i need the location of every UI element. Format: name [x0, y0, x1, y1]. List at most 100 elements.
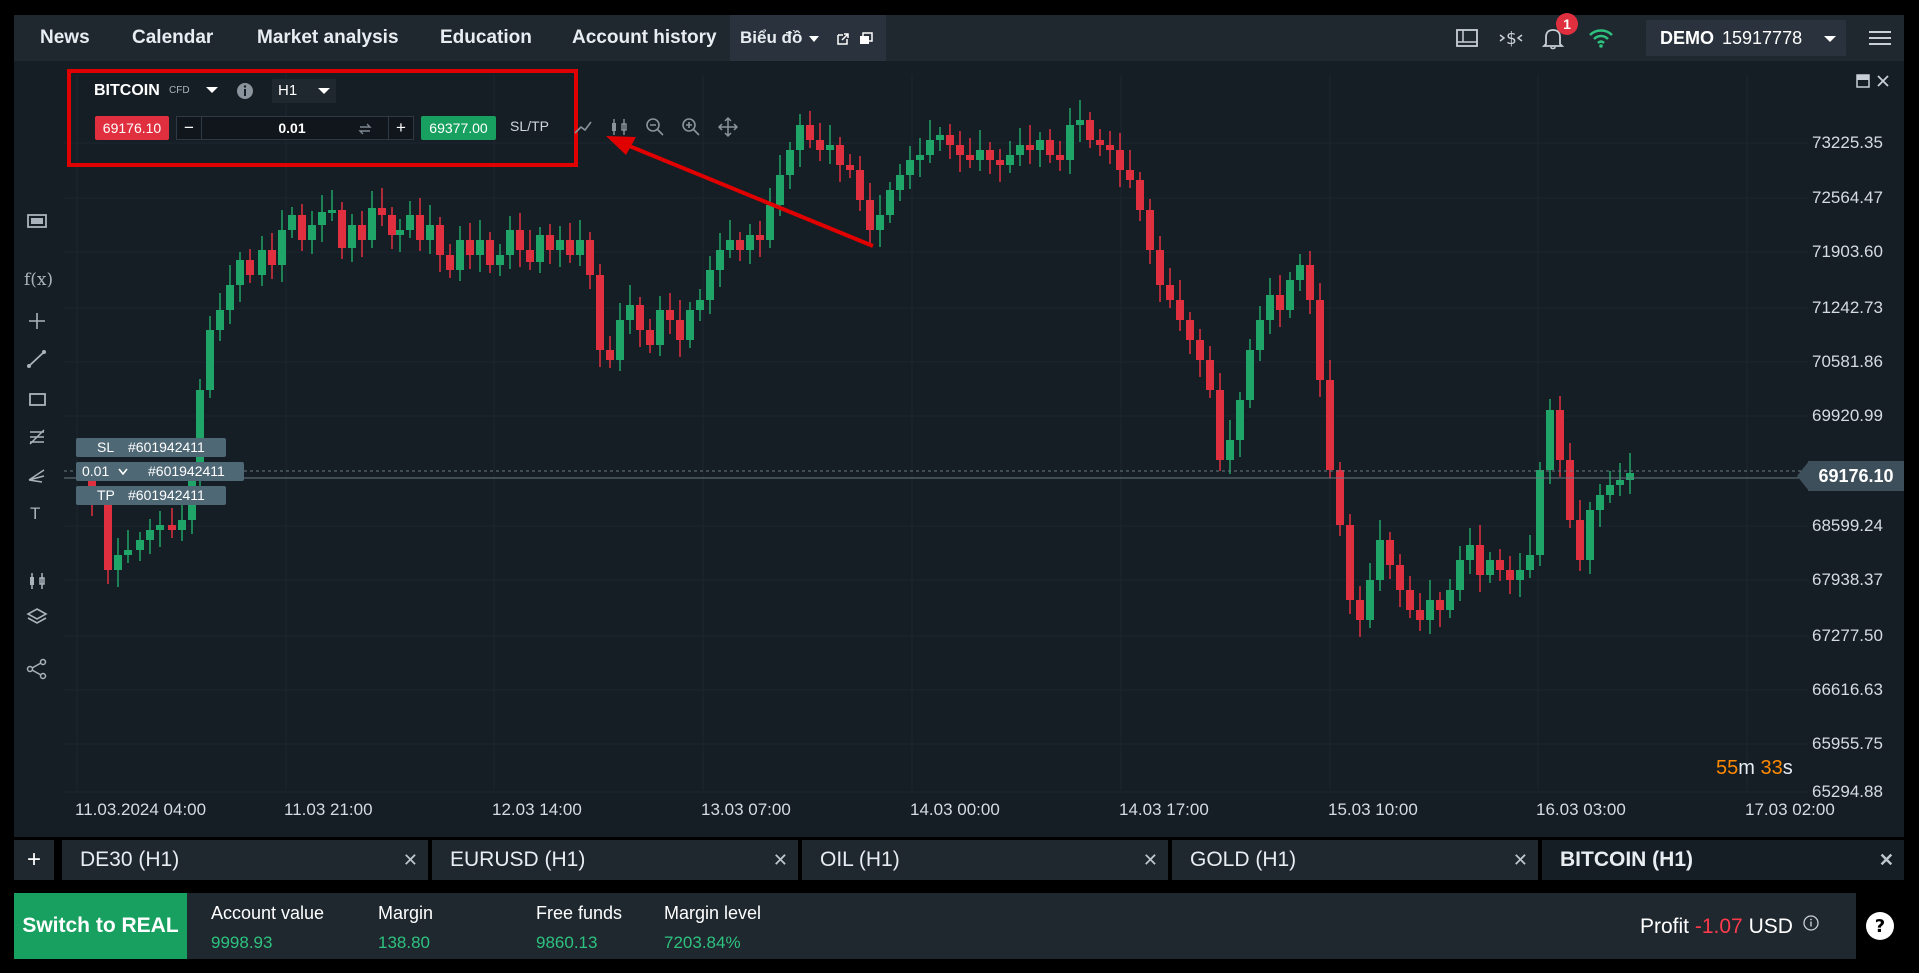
tab-eurusd[interactable]: EURUSD (H1) ✕ — [432, 840, 798, 880]
dollar-exchange-icon[interactable]: $ — [1498, 25, 1524, 51]
crosshair-icon[interactable] — [22, 306, 52, 336]
tab-account-history[interactable]: Account history — [572, 15, 717, 61]
x-axis-label: 13.03 07:00 — [701, 800, 791, 819]
y-axis-label: 72564.47 — [1812, 188, 1883, 207]
add-tab-button[interactable]: + — [14, 840, 54, 880]
current-price-tag: 69176.10 — [1808, 461, 1904, 491]
move-icon[interactable] — [717, 116, 739, 138]
chevron-down-icon[interactable] — [206, 86, 218, 94]
quantity-decrease-button[interactable]: − — [177, 117, 202, 139]
layout-icon[interactable] — [1454, 25, 1480, 51]
stop-loss-tag[interactable]: SL #601942411 — [76, 438, 226, 457]
close-icon[interactable]: ✕ — [1143, 840, 1158, 880]
tab-bitcoin[interactable]: BITCOIN (H1) ✕ — [1542, 840, 1904, 880]
zoom-out-icon[interactable] — [644, 116, 666, 138]
hamburger-menu-icon[interactable] — [1867, 25, 1893, 51]
quantity-value[interactable]: 0.01 — [257, 120, 327, 136]
x-axis-label: 17.03 02:00 — [1745, 800, 1835, 819]
close-icon[interactable]: ✕ — [403, 840, 418, 880]
pitchfork-icon[interactable] — [22, 460, 52, 490]
account-number: 15917778 — [1722, 28, 1803, 48]
sell-price-button[interactable]: 69176.10 — [95, 116, 169, 140]
timer-seconds: 33 — [1760, 757, 1783, 779]
minimize-chart-icon[interactable] — [1856, 74, 1870, 88]
y-axis-label: 73225.35 — [1812, 133, 1883, 152]
top-navigation-bar: News Calendar Market analysis Education … — [14, 13, 1904, 91]
y-axis-label: 65955.75 — [1812, 734, 1883, 753]
quantity-increase-button[interactable]: + — [388, 117, 413, 139]
chart-area[interactable] — [14, 61, 1904, 837]
layers-icon[interactable] — [22, 602, 52, 632]
take-profit-tag[interactable]: TP #601942411 — [76, 486, 226, 505]
line-chart-icon[interactable] — [572, 116, 594, 138]
chevron-down-icon — [1824, 36, 1836, 42]
tab-oil[interactable]: OIL (H1) ✕ — [802, 840, 1168, 880]
close-icon[interactable]: ✕ — [1513, 840, 1528, 880]
help-icon: ? — [1866, 912, 1894, 940]
sltp-button[interactable]: SL/TP — [510, 118, 549, 134]
fibonacci-icon[interactable] — [22, 422, 52, 452]
stat-margin-level: Margin level 7203.84% — [664, 903, 761, 953]
close-icon[interactable]: ✕ — [773, 840, 788, 880]
x-axis-label: 14.03 17:00 — [1119, 800, 1209, 819]
profit-display: Profit -1.07 USD — [1640, 915, 1819, 939]
share-icon[interactable] — [22, 654, 52, 684]
stat-free-funds: Free funds 9860.13 — [536, 903, 622, 953]
tab-chart-label: Biểu đồ — [740, 28, 803, 47]
buy-price-button[interactable]: 69377.00 — [421, 116, 496, 140]
timer-minutes-unit: m — [1738, 757, 1755, 779]
instrument-symbol[interactable]: BITCOIN — [94, 82, 160, 100]
position-tag[interactable]: 0.01 #601942411 — [76, 462, 244, 481]
zoom-in-icon[interactable] — [680, 116, 702, 138]
notification-badge: 1 — [1556, 13, 1578, 35]
window-icon[interactable] — [22, 206, 52, 236]
svg-text:?: ? — [1875, 916, 1885, 937]
restore-icon[interactable] — [859, 31, 873, 46]
quantity-stepper[interactable]: − 0.01 + — [176, 116, 414, 140]
x-axis-label: 11.03.2024 04:00 — [75, 800, 207, 819]
tab-market-analysis[interactable]: Market analysis — [257, 15, 399, 61]
swap-icon[interactable] — [357, 121, 373, 137]
candles-type-icon[interactable] — [22, 566, 52, 596]
candles-icon[interactable] — [608, 116, 630, 138]
timer-seconds-unit: s — [1782, 757, 1793, 779]
tab-de30[interactable]: DE30 (H1) ✕ — [62, 840, 428, 880]
tab-calendar[interactable]: Calendar — [132, 15, 213, 61]
position-quantity: 0.01 — [82, 463, 110, 479]
x-axis-label: 11.03 21:00 — [284, 800, 373, 819]
y-axis-label: 66616.63 — [1812, 680, 1883, 699]
stat-account-value: Account value 9998.93 — [211, 903, 324, 953]
chevron-down-icon[interactable] — [809, 35, 820, 43]
y-axis-label: 68599.24 — [1812, 516, 1883, 535]
chevron-down-icon[interactable] — [118, 468, 128, 476]
y-axis-label: 71242.73 — [1812, 298, 1883, 317]
price-tag-pointer — [1797, 461, 1809, 491]
account-selector[interactable]: DEMO 15917778 — [1646, 20, 1846, 56]
tab-news[interactable]: News — [40, 15, 90, 61]
x-axis-label: 14.03 00:00 — [910, 800, 1000, 819]
rectangle-icon[interactable] — [22, 384, 52, 414]
switch-to-real-button[interactable]: Switch to REAL — [14, 893, 187, 959]
trendline-icon[interactable] — [22, 344, 52, 374]
stat-label: Margin — [378, 903, 434, 923]
info-icon[interactable] — [236, 82, 254, 100]
x-axis-label: 15.03 10:00 — [1328, 800, 1418, 819]
timeframe-selector[interactable]: H1 — [272, 79, 336, 103]
stat-margin: Margin 138.80 — [378, 903, 433, 953]
indicator-fx-icon[interactable]: f(x) — [24, 270, 53, 290]
candle-timer: 55m 33s — [1716, 757, 1793, 780]
tab-gold[interactable]: GOLD (H1) ✕ — [1172, 840, 1538, 880]
profit-currency: USD — [1748, 915, 1793, 938]
stat-value: 138.80 — [378, 933, 430, 952]
tab-education[interactable]: Education — [440, 15, 532, 61]
close-icon[interactable]: ✕ — [1879, 840, 1894, 880]
info-icon[interactable] — [1803, 915, 1819, 931]
close-chart-icon[interactable] — [1877, 75, 1889, 87]
tab-eurusd-label: EURUSD (H1) — [450, 848, 586, 871]
popout-icon[interactable] — [836, 32, 850, 46]
y-axis-label: 69920.99 — [1812, 406, 1883, 425]
text-tool-icon[interactable]: T — [30, 504, 40, 524]
tab-chart[interactable]: Biểu đồ — [730, 15, 886, 91]
x-axis-label: 12.03 14:00 — [492, 800, 582, 819]
help-button[interactable]: ? — [1856, 893, 1904, 959]
